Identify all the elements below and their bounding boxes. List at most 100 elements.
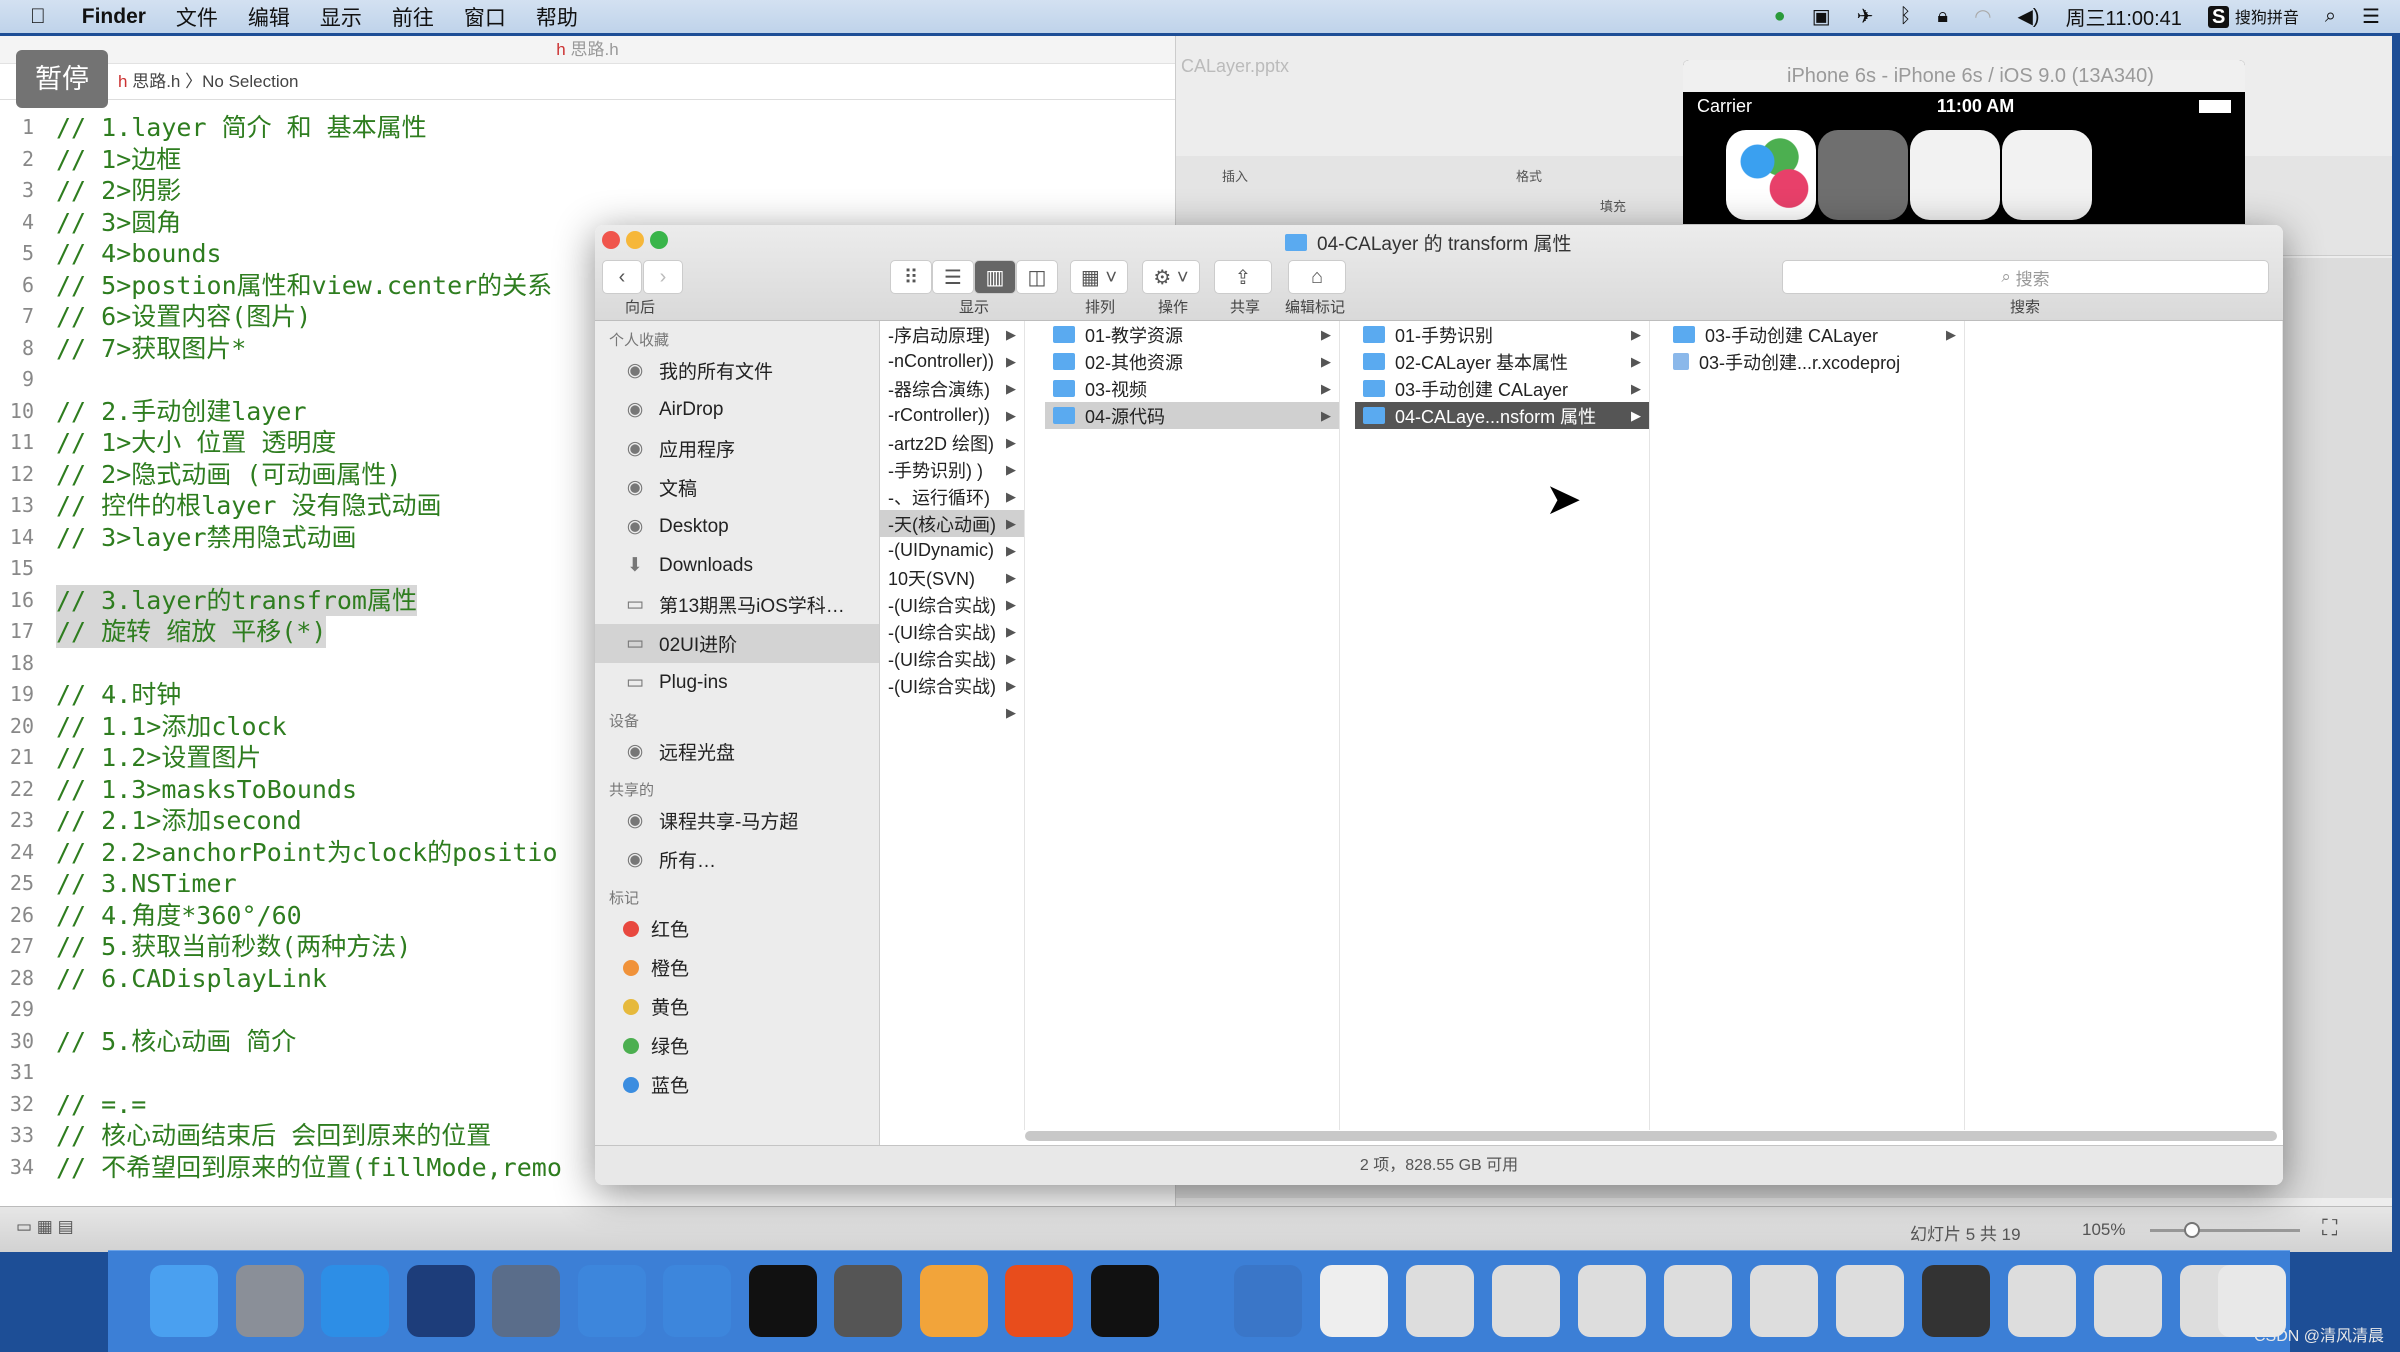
fit-window-icon[interactable]: ⛶ — [2322, 1215, 2337, 1241]
column-item[interactable]: ▶ — [880, 699, 1024, 726]
sidebar-item[interactable]: ◉ 文稿 — [595, 468, 879, 507]
bluetooth-icon[interactable]: ᛒ — [1899, 5, 1911, 28]
menu-help[interactable]: 帮助 — [536, 2, 578, 32]
dock-screenshot-2-icon[interactable] — [1492, 1265, 1560, 1337]
column-item[interactable]: 01-手势识别 ▶ — [1355, 321, 1649, 348]
code-line[interactable]: 1 // 1.layer 简介 和 基本属性 — [0, 112, 1176, 144]
app-icon[interactable] — [1818, 130, 1908, 220]
dock-screenshot-9-icon[interactable] — [2094, 1265, 2162, 1337]
finder-column[interactable]: 01-手势识别 ▶ 02-CALayer 基本属性 ▶ 03-手动创建 CALayer ▶… — [1355, 321, 1650, 1130]
horizontal-scrollbar[interactable] — [1025, 1131, 2277, 1141]
lock-icon[interactable]: 🔒︎ — [1937, 5, 1948, 28]
notification-center-icon[interactable]: ☰ — [2362, 4, 2380, 29]
dock-console-icon[interactable] — [1090, 1265, 1159, 1337]
search-field[interactable]: ⌕ 搜索 — [1782, 260, 2269, 294]
column-item[interactable]: -(UI综合实战) ▶ — [880, 672, 1024, 699]
dock-screenshot-4-icon[interactable] — [1664, 1265, 1732, 1337]
share-button[interactable]: ⇪ — [1214, 260, 1272, 294]
dock-sketch-icon[interactable] — [919, 1265, 988, 1337]
camera-icon[interactable]: ▣ — [1812, 4, 1831, 29]
dock-system-preferences-icon[interactable] — [834, 1265, 902, 1337]
sidebar-item[interactable]: 橙色 — [595, 948, 879, 987]
sidebar-item[interactable]: 黄色 — [595, 987, 879, 1026]
ribbon-insert[interactable]: 插入 — [1222, 166, 1248, 185]
sidebar-item[interactable]: ◉ 所有… — [595, 840, 879, 879]
normal-view-button[interactable]: ▭ ▦ ▤ — [16, 1217, 74, 1237]
game-center-app-icon[interactable] — [1726, 130, 1816, 220]
sidebar-item[interactable]: ⬇ Downloads — [595, 546, 879, 585]
column-item[interactable]: 03-手动创建 CALayer ▶ — [1665, 321, 1964, 348]
code-line[interactable]: 3 // 2>阴影 — [0, 175, 1176, 207]
minimize-button[interactable] — [626, 231, 644, 249]
column-item[interactable]: 04-源代码 ▶ — [1045, 402, 1339, 429]
sidebar-item[interactable]: ◉ 课程共享-马方超 — [595, 801, 879, 840]
input-method[interactable]: S 搜狗拼音 — [2207, 4, 2299, 29]
action-gear-button[interactable]: ⚙ ˅ — [1142, 260, 1200, 294]
column-item[interactable]: -nController)) ▶ — [880, 348, 1024, 375]
close-button[interactable] — [602, 231, 620, 249]
jump-bar-file[interactable]: 思路.h — [132, 72, 180, 91]
column-item[interactable]: 02-CALayer 基本属性 ▶ — [1355, 348, 1649, 375]
clock[interactable]: 周三11:00:41 — [2066, 2, 2182, 31]
forward-button[interactable]: › — [643, 260, 683, 294]
finder-column[interactable]: 03-手动创建 CALayer ▶ 03-手动创建...r.xcodeproj — [1665, 321, 1965, 1130]
finder-column[interactable] — [1965, 321, 2283, 1130]
wifi-icon[interactable]: ◠ — [1974, 4, 1991, 29]
dock-terminal-icon[interactable] — [748, 1265, 817, 1337]
ribbon-format[interactable]: 格式 — [1516, 166, 1542, 185]
dock-screenshot-1-icon[interactable] — [1406, 1265, 1474, 1337]
menu-app-name[interactable]: Finder — [82, 5, 146, 29]
sidebar-item[interactable]: ▭ 02UI进阶 — [595, 624, 879, 663]
column-item[interactable]: 10天(SVN) ▶ — [880, 564, 1024, 591]
code-line[interactable]: 2 // 1>边框 — [0, 144, 1176, 176]
sidebar-item[interactable]: ◉ 我的所有文件 — [595, 351, 879, 390]
dock-preview-icon[interactable] — [1320, 1265, 1388, 1337]
sidebar-item[interactable]: 红色 — [595, 909, 879, 948]
column-item[interactable]: -rController)) ▶ — [880, 402, 1024, 429]
icon-view-button[interactable]: ⠿ — [890, 260, 932, 294]
dock-instruments-icon[interactable] — [663, 1265, 731, 1337]
column-item[interactable]: -天(核心动画) ▶ — [880, 510, 1024, 537]
dock-xcode-icon[interactable] — [577, 1265, 646, 1337]
zoom-slider[interactable] — [2150, 1222, 2300, 1238]
sidebar-item[interactable]: ◉ 远程光盘 — [595, 732, 879, 771]
column-item[interactable]: -手势识别) ) ▶ — [880, 456, 1024, 483]
screen-recorder-icon[interactable]: ● — [1774, 5, 1786, 28]
dock-imovie-icon[interactable] — [492, 1265, 560, 1337]
dock-screenshot-3-icon[interactable] — [1578, 1265, 1646, 1337]
dock-launchpad-icon[interactable] — [235, 1265, 304, 1337]
sidebar-item[interactable]: ◉ AirDrop — [595, 390, 879, 429]
column-item[interactable]: 04-CALaye...nsform 属性 ▶ — [1355, 402, 1649, 429]
column-item[interactable]: 03-手动创建...r.xcodeproj — [1665, 348, 1964, 375]
ribbon-fill[interactable]: 填充 — [1600, 196, 1626, 215]
column-item[interactable]: 02-其他资源 ▶ — [1045, 348, 1339, 375]
coverflow-view-button[interactable]: ◫ — [1016, 260, 1058, 294]
sidebar-item[interactable]: ◉ 应用程序 — [595, 429, 879, 468]
dock-finder-icon[interactable] — [150, 1265, 218, 1337]
blank-app-icon[interactable] — [1910, 130, 2000, 220]
dock-wps-presentation-icon[interactable] — [1005, 1265, 1073, 1337]
sidebar-item[interactable]: ▭ 第13期黑马iOS学科… — [595, 585, 879, 624]
dock-quicktime-icon[interactable] — [1234, 1265, 1302, 1337]
jump-bar-selection[interactable]: No Selection — [202, 72, 298, 91]
column-item[interactable]: 03-手动创建 CALayer ▶ — [1355, 375, 1649, 402]
column-item[interactable]: 03-视频 ▶ — [1045, 375, 1339, 402]
menu-window[interactable]: 窗口 — [464, 2, 506, 32]
menu-file[interactable]: 文件 — [176, 2, 218, 32]
sidebar-item[interactable]: 蓝色 — [595, 1065, 879, 1104]
menu-view[interactable]: 显示 — [320, 2, 362, 32]
column-item[interactable]: -artz2D 绘图) ▶ — [880, 429, 1024, 456]
finder-column[interactable]: -序启动原理) ▶ -nController)) ▶ -器综合演练) ▶ -rControl… — [880, 321, 1025, 1130]
back-button[interactable]: ‹ — [602, 260, 642, 294]
list-view-button[interactable]: ☰ — [932, 260, 974, 294]
edit-tags-button[interactable]: ⌂ — [1288, 260, 1346, 294]
dock-screenshot-7-icon[interactable] — [1922, 1265, 1990, 1337]
dock-safari-icon[interactable] — [321, 1265, 389, 1337]
column-item[interactable]: 01-教学资源 ▶ — [1045, 321, 1339, 348]
dock-screenshot-8-icon[interactable] — [2008, 1265, 2076, 1337]
column-item[interactable]: -(UIDynamic) ▶ — [880, 537, 1024, 564]
column-item[interactable]: -(UI综合实战) ▶ — [880, 645, 1024, 672]
apple-menu-icon[interactable]:  — [30, 5, 46, 29]
sidebar-item[interactable]: ◉ Desktop — [595, 507, 879, 546]
blank-app-icon[interactable] — [2002, 130, 2092, 220]
